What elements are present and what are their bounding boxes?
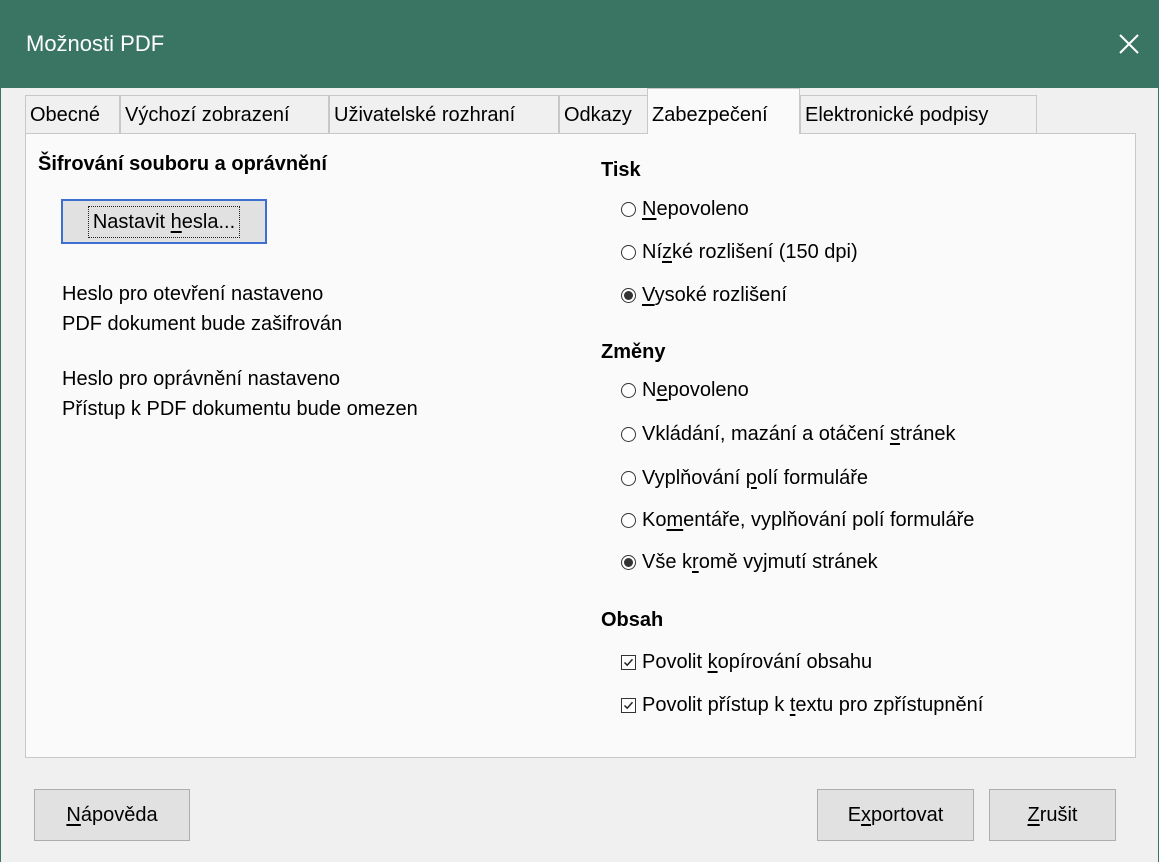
tab-label: Odkazy [564,104,632,126]
radio-selected-icon [621,287,636,303]
window-border-left [0,88,1,862]
radio-icon [621,244,636,260]
help-button[interactable]: Nápověda [34,789,190,841]
tab-general[interactable]: Obecné [25,95,120,133]
enable-copying-checkbox[interactable]: Povolit kopírování obsahu [621,649,872,675]
radio-icon [621,512,636,528]
set-passwords-button[interactable]: Nastavit hesla... [61,199,267,244]
tab-label: Obecné [30,104,101,126]
option-label: Vysoké rozlišení [642,284,787,306]
tab-links[interactable]: Odkazy [559,95,648,133]
encryption-heading: Šifrování souboru a oprávnění [38,153,327,175]
restriction-status: Přístup k PDF dokumentu bude omezen [62,398,418,420]
changes-any-except-extract-radio[interactable]: Vše kromě vyjmutí stránek [621,549,878,575]
radio-icon [621,426,636,442]
changes-comment-fill-forms-radio[interactable]: Komentáře, vyplňování polí formuláře [621,507,974,533]
permission-password-status: Heslo pro oprávnění nastaveno [62,368,340,390]
tab-label: Zabezpečení [652,104,768,126]
option-label: Vyplňování polí formuláře [642,467,869,489]
button-label: Exportovat [847,803,944,826]
encryption-status: PDF dokument bude zašifrován [62,313,343,335]
option-label: Nízké rozlišení (150 dpi) [642,241,858,263]
title-bar: Možnosti PDF [0,0,1159,88]
open-password-status: Heslo pro otevření nastaveno [62,283,324,305]
cancel-button[interactable]: Zrušit [989,789,1116,841]
enable-accessibility-checkbox[interactable]: Povolit přístup k textu pro zpřístupnění [621,692,983,718]
radio-icon [621,470,636,486]
set-passwords-label: Nastavit hesla... [87,205,241,238]
changes-not-permitted-radio[interactable]: Nepovoleno [621,377,749,403]
radio-icon [621,382,636,398]
print-high-resolution-radio[interactable]: Vysoké rozlišení [621,282,787,308]
printing-heading: Tisk [601,159,641,181]
close-icon[interactable] [1099,14,1159,74]
export-button[interactable]: Exportovat [817,789,974,841]
content-heading: Obsah [601,609,664,631]
tab-user-interface[interactable]: Uživatelské rozhraní [329,95,559,133]
checkbox-checked-icon [621,697,636,713]
option-label: Vkládání, mazání a otáčení stránek [642,423,956,445]
radio-selected-icon [621,554,636,570]
button-label: Zrušit [1027,803,1078,826]
option-label: Vše kromě vyjmutí stránek [642,551,878,573]
changes-insert-delete-rotate-radio[interactable]: Vkládání, mazání a otáčení stránek [621,421,956,447]
tab-label: Uživatelské rozhraní [334,104,516,126]
checkbox-checked-icon [621,654,636,670]
option-label: Povolit kopírování obsahu [642,651,873,673]
option-label: Nepovoleno [642,379,749,401]
tab-digital-signatures[interactable]: Elektronické podpisy [800,95,1037,133]
changes-heading: Změny [601,341,666,363]
tab-label: Elektronické podpisy [805,104,989,126]
tab-label: Výchozí zobrazení [125,104,290,126]
option-label: Nepovoleno [642,198,749,220]
print-low-resolution-radio[interactable]: Nízké rozlišení (150 dpi) [621,239,858,265]
tab-initial-view[interactable]: Výchozí zobrazení [120,95,329,133]
option-label: Komentáře, vyplňování polí formuláře [642,509,975,531]
tab-security[interactable]: Zabezpečení [647,88,800,134]
print-not-permitted-radio[interactable]: Nepovoleno [621,196,749,222]
window-title: Možnosti PDF [26,31,165,56]
changes-fill-forms-radio[interactable]: Vyplňování polí formuláře [621,465,868,491]
button-label: Nápověda [66,803,158,826]
option-label: Povolit přístup k textu pro zpřístupnění [642,694,984,716]
radio-icon [621,201,636,217]
